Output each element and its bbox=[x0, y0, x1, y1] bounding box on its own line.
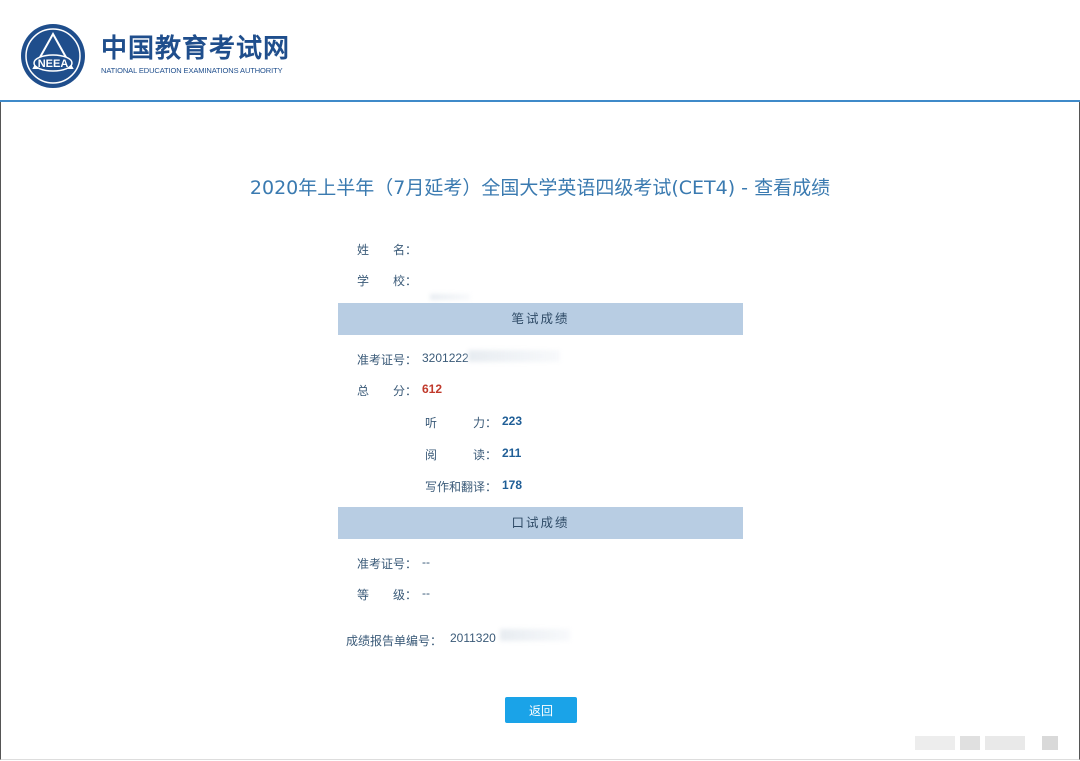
blurred-watermark bbox=[915, 736, 1058, 750]
reading-label: 阅 读： bbox=[425, 448, 498, 462]
school-label: 学 校： bbox=[357, 274, 418, 288]
written-ticket-label: 准考证号： bbox=[357, 353, 418, 367]
header-divider bbox=[0, 100, 1080, 102]
name-label: 姓 名： bbox=[357, 243, 418, 257]
redaction-mark bbox=[468, 350, 560, 362]
oral-ticket-label: 准考证号： bbox=[357, 557, 418, 571]
reading-score-value: 211 bbox=[502, 446, 522, 460]
page-frame bbox=[0, 0, 1080, 760]
writing-translation-label: 写作和翻译： bbox=[425, 480, 498, 494]
neea-logo-icon[interactable]: NEEA bbox=[20, 23, 86, 89]
listening-label: 听 力： bbox=[425, 416, 498, 430]
site-name-en: NATIONAL EDUCATION EXAMINATIONS AUTHORIT… bbox=[101, 66, 283, 75]
oral-grade-value: -- bbox=[422, 586, 430, 600]
page-title: 2020年上半年（7月延考）全国大学英语四级考试(CET4) - 查看成绩 bbox=[249, 177, 831, 199]
oral-grade-label: 等 级： bbox=[357, 588, 418, 602]
redaction-mark bbox=[430, 294, 470, 300]
listening-score-value: 223 bbox=[502, 414, 523, 428]
written-section-header: 笔试成绩 bbox=[338, 303, 743, 335]
back-button[interactable]: 返回 bbox=[505, 697, 577, 723]
site-name[interactable]: 中国教育考试网 bbox=[101, 34, 290, 64]
total-score-value: 612 bbox=[422, 382, 443, 396]
writing-translation-score-value: 178 bbox=[502, 478, 523, 492]
report-number-label: 成绩报告单编号： bbox=[346, 634, 443, 648]
oral-ticket-value: -- bbox=[422, 555, 430, 569]
report-number-value: 2011320 bbox=[450, 631, 496, 645]
site-header: NEEA 中国教育考试网 NATIONAL EDUCATION EXAMINAT… bbox=[0, 0, 1080, 100]
total-score-label: 总 分： bbox=[357, 384, 418, 398]
written-ticket-value: 3201222 bbox=[422, 351, 469, 365]
redaction-mark bbox=[500, 629, 570, 641]
logo-lettering: NEEA bbox=[38, 58, 69, 70]
oral-section-header: 口试成绩 bbox=[338, 507, 743, 539]
